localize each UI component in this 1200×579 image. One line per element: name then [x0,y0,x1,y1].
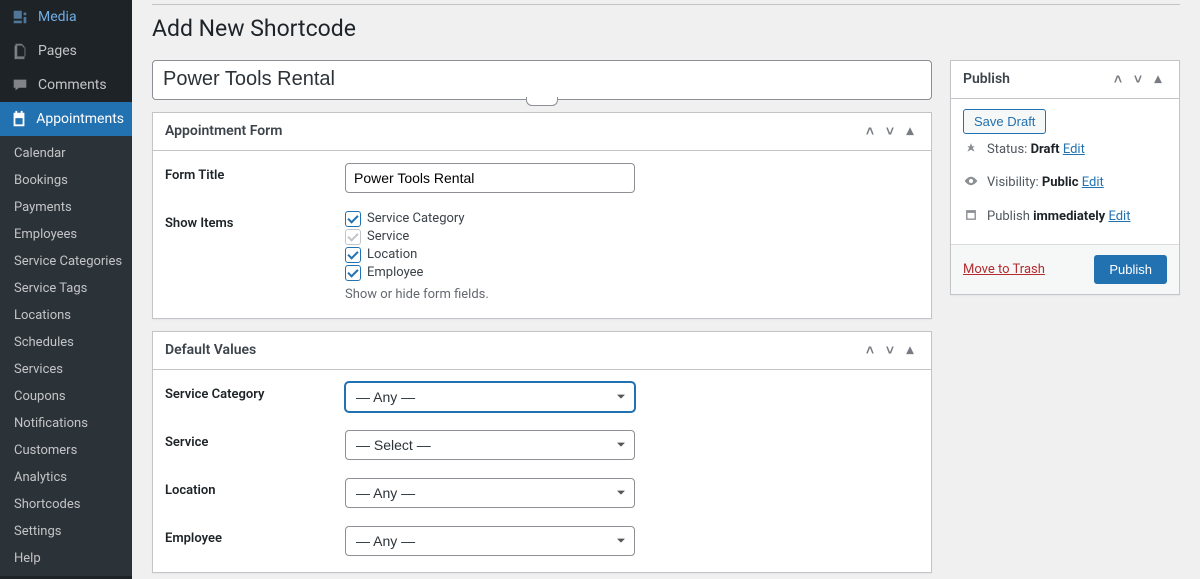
show-service-checkbox: Service [345,229,635,245]
submenu-item-service-tags[interactable]: Service Tags [0,275,132,302]
panel-move-down-icon[interactable]: ˅ [1129,69,1147,90]
show-employee-checkbox[interactable]: Employee [345,265,635,281]
appointment-form-panel: Appointment Form ˄ ˅ ▴ Form Title [152,112,932,319]
calendar-icon [10,109,28,129]
submenu-item-help[interactable]: Help [0,545,132,572]
edit-visibility-link[interactable]: Edit [1082,175,1104,190]
sidebar-item-media[interactable]: Media [0,0,132,34]
checkbox-label: Employee [367,265,423,280]
show-items-label: Show Items [165,211,345,302]
page-title: Add New Shortcode [152,5,1180,48]
service-category-label: Service Category [165,382,345,412]
submenu-item-services[interactable]: Services [0,356,132,383]
submenu-item-locations[interactable]: Locations [0,302,132,329]
service-label: Service [165,430,345,460]
service-category-select[interactable]: — Any — [345,382,635,412]
show-service-category-checkbox[interactable]: Service Category [345,211,635,227]
panel-toggle-icon[interactable]: ▴ [901,121,919,142]
show-location-checkbox[interactable]: Location [345,247,635,263]
checkbox-input[interactable] [345,265,361,281]
default-values-panel: Default Values ˄ ˅ ▴ Service Category [152,331,932,573]
show-items-hint: Show or hide form fields. [345,287,635,302]
submenu-item-payments[interactable]: Payments [0,194,132,221]
checkbox-label: Service Category [367,211,465,226]
employee-select[interactable]: — Any — [345,526,635,556]
checkbox-input[interactable] [345,211,361,227]
sidebar-item-label: Comments [38,77,107,93]
eye-icon [963,174,979,192]
sidebar-item-appointments[interactable]: Appointments [0,102,132,136]
panel-toggle-icon[interactable]: ▴ [901,340,919,361]
publish-panel: Publish ˄ ˅ ▴ Save Draft [950,60,1180,295]
panel-move-down-icon[interactable]: ˅ [881,121,899,142]
panel-title: Appointment Form [165,123,282,139]
pages-icon [10,41,30,61]
panel-toggle-icon[interactable]: ▴ [1149,69,1167,90]
status-row: Status: Draft Edit [963,134,1167,166]
admin-sidebar: Media Pages Comments Appointments Calend… [0,0,132,579]
publish-button[interactable]: Publish [1094,255,1167,284]
checkbox-label: Service [367,229,409,244]
sidebar-item-comments[interactable]: Comments [0,68,132,102]
submenu-item-service-categories[interactable]: Service Categories [0,248,132,275]
submenu-item-employees[interactable]: Employees [0,221,132,248]
panel-move-up-icon[interactable]: ˄ [861,340,879,361]
panel-move-up-icon[interactable]: ˄ [1109,69,1127,90]
submenu-item-settings[interactable]: Settings [0,518,132,545]
employee-label: Employee [165,526,345,556]
checkbox-input [345,229,361,245]
submenu-item-bookings[interactable]: Bookings [0,167,132,194]
panel-move-up-icon[interactable]: ˄ [861,121,879,142]
edit-schedule-link[interactable]: Edit [1108,209,1130,224]
main-content: Add New Shortcode Appointment Form ˄ ˅ ▴ [132,0,1200,579]
service-select[interactable]: — Select — [345,430,635,460]
pin-icon [963,142,979,158]
schedule-row: Publish immediately Edit [963,200,1167,234]
move-to-trash-link[interactable]: Move to Trash [963,262,1045,277]
panel-title: Publish [963,71,1010,87]
form-title-label: Form Title [165,163,345,193]
panel-move-down-icon[interactable]: ˅ [881,340,899,361]
checkbox-label: Location [367,247,417,262]
checkbox-input[interactable] [345,247,361,263]
sidebar-item-label: Appointments [36,111,124,127]
appointments-submenu: Calendar Bookings Payments Employees Ser… [0,136,132,576]
calendar-icon [963,208,979,226]
submenu-item-shortcodes[interactable]: Shortcodes [0,491,132,518]
sidebar-item-label: Media [38,9,77,25]
shortcode-title-input[interactable] [152,60,932,100]
submenu-item-schedules[interactable]: Schedules [0,329,132,356]
media-icon [10,7,30,27]
submenu-item-coupons[interactable]: Coupons [0,383,132,410]
panel-title: Default Values [165,342,256,358]
visibility-row: Visibility: Public Edit [963,166,1167,200]
submenu-item-customers[interactable]: Customers [0,437,132,464]
location-select[interactable]: — Any — [345,478,635,508]
submenu-item-notifications[interactable]: Notifications [0,410,132,437]
form-title-input[interactable] [345,163,635,193]
sidebar-item-label: Pages [38,43,77,59]
comments-icon [10,75,30,95]
submenu-item-calendar[interactable]: Calendar [0,140,132,167]
location-label: Location [165,478,345,508]
save-draft-button[interactable]: Save Draft [963,109,1046,134]
sidebar-item-pages[interactable]: Pages [0,34,132,68]
submenu-item-analytics[interactable]: Analytics [0,464,132,491]
edit-status-link[interactable]: Edit [1063,142,1085,157]
